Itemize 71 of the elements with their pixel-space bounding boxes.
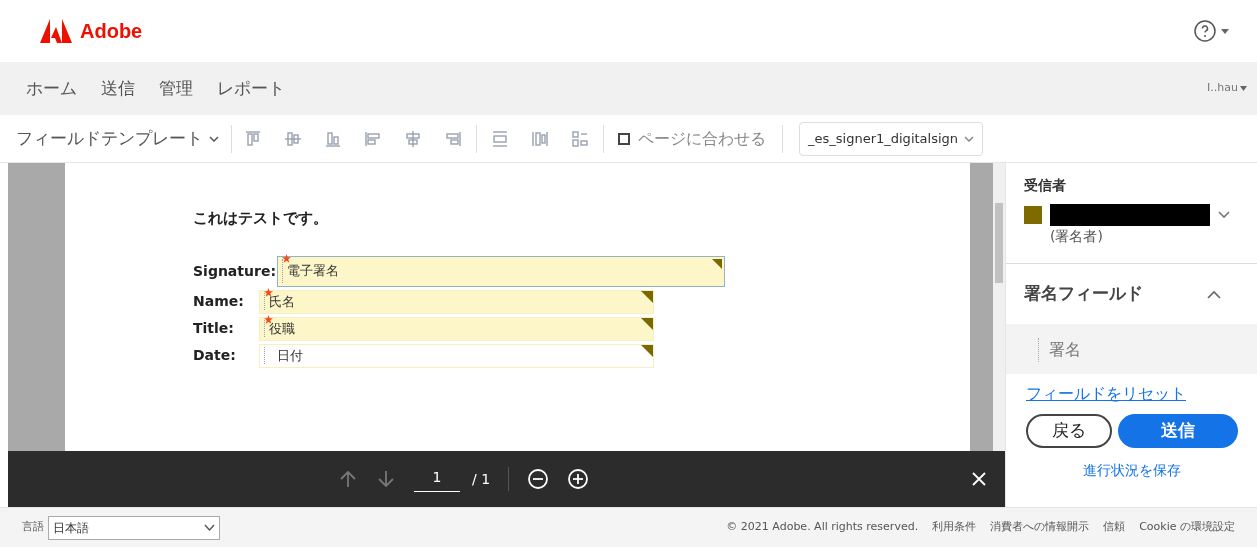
document-heading: これはテストです。 <box>193 208 329 229</box>
field-label: Name: <box>193 292 245 311</box>
alignment-icon[interactable] <box>531 129 549 148</box>
page-input[interactable]: 1 <box>414 466 460 492</box>
corner-triangle-icon <box>712 258 722 269</box>
alignment-icon[interactable] <box>364 129 382 148</box>
field-label: Signature: <box>193 261 277 281</box>
nav-link[interactable]: ホーム <box>26 75 77 102</box>
save-progress-link[interactable]: 進行状況を保存 <box>1082 460 1181 481</box>
chevron-down-icon <box>204 524 215 531</box>
chevron-down-icon[interactable] <box>1218 211 1230 219</box>
nav-link[interactable]: 管理 <box>159 75 193 102</box>
form-field[interactable]: 役職 <box>259 316 654 341</box>
language-label: 言語 <box>22 519 44 536</box>
alignment-icon[interactable] <box>571 129 589 148</box>
send-button[interactable]: 送信 <box>1118 414 1238 448</box>
user-menu[interactable]: I..hau <box>1207 80 1247 97</box>
alignment-icon[interactable] <box>324 129 342 148</box>
field-placeholder: 氏名 <box>269 292 295 311</box>
required-star-icon <box>264 287 273 297</box>
chevron-up-icon <box>1207 289 1221 299</box>
zoom-in-icon[interactable] <box>567 468 590 490</box>
recipient-role: (署名者) <box>1050 227 1104 246</box>
alignment-icon[interactable] <box>491 129 509 148</box>
copyright-text: © 2021 Adobe. All rights reserved. <box>726 519 919 536</box>
brand-name: Adobe <box>80 19 143 44</box>
zoom-out-icon[interactable] <box>527 468 550 490</box>
field-placeholder: 電子署名 <box>287 262 339 281</box>
alignment-icon[interactable] <box>244 129 262 148</box>
back-button[interactable]: 戻る <box>1026 414 1112 448</box>
form-field[interactable]: 日付 <box>259 343 654 368</box>
template-dropdown[interactable]: フィールドテンプレート <box>16 125 219 152</box>
up-arrow-icon[interactable] <box>338 469 358 489</box>
field-placeholder: 役職 <box>269 319 295 338</box>
checkbox-label: ページに合わせる <box>638 127 766 150</box>
nav-link[interactable]: レポート <box>217 75 285 102</box>
required-star-icon <box>282 253 291 263</box>
footer-link[interactable]: Cookie の環境設定 <box>1139 519 1235 536</box>
caret-icon <box>1221 28 1229 34</box>
nav-link[interactable]: 送信 <box>101 75 135 102</box>
field-select[interactable]: _es_signer1_digitalsign <box>799 121 984 156</box>
footer-link[interactable]: 信頼 <box>1103 519 1126 536</box>
alignment-icon[interactable] <box>284 129 302 148</box>
alignment-icon[interactable] <box>444 129 462 148</box>
field-placeholder: 日付 <box>277 346 303 365</box>
close-icon[interactable] <box>971 471 987 487</box>
recipients-title: 受信者 <box>1024 176 1067 195</box>
page-total: / 1 <box>472 469 491 489</box>
alignment-icon[interactable] <box>404 129 422 148</box>
field-label: Title: <box>193 319 235 338</box>
footer-link[interactable]: 消費者への情報開示 <box>990 519 1090 536</box>
corner-triangle-icon <box>641 344 653 357</box>
scrollbar[interactable] <box>993 163 1005 451</box>
corner-triangle-icon <box>641 317 653 330</box>
footer-link[interactable]: 利用条件 <box>932 519 977 536</box>
field-label: Date: <box>193 346 237 365</box>
help-button[interactable] <box>1193 19 1229 43</box>
language-select[interactable]: 日本語 <box>48 515 220 540</box>
chevron-down-icon <box>209 135 219 142</box>
caret-icon <box>1240 86 1247 91</box>
down-arrow-icon[interactable] <box>376 469 396 489</box>
form-field[interactable]: 氏名 <box>259 289 654 314</box>
corner-triangle-icon <box>641 290 653 303</box>
section-header[interactable]: 署名フィールド <box>1006 264 1257 324</box>
help-icon <box>1193 19 1217 43</box>
form-field[interactable]: 電子署名 <box>277 255 725 287</box>
logo-icon <box>40 19 72 43</box>
required-star-icon <box>264 314 273 324</box>
reset-link[interactable]: フィールドをリセット <box>1026 382 1257 406</box>
chevron-down-icon <box>964 135 975 142</box>
fit-page-checkbox[interactable] <box>618 132 630 145</box>
